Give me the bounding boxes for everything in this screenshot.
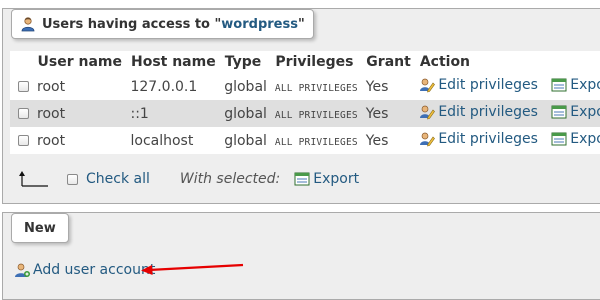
cell-user: root <box>33 100 127 127</box>
edit-privileges-icon <box>419 77 436 93</box>
bulk-actions-row: Check all With selected: Export <box>18 165 359 193</box>
cell-host: localhost <box>126 127 221 154</box>
export-icon <box>551 77 567 93</box>
new-legend: New <box>11 213 69 243</box>
export-link[interactable]: Export <box>551 131 600 147</box>
cell-type: global <box>220 100 271 127</box>
cell-user: root <box>33 73 127 100</box>
users-legend-suffix: " <box>297 16 305 32</box>
export-label: Export <box>570 76 600 93</box>
edit-privileges-icon <box>419 104 436 120</box>
users-icon <box>20 16 36 32</box>
add-user-icon <box>14 262 30 278</box>
edit-privileges-label: Edit privileges <box>438 103 538 120</box>
header-type: Type <box>220 51 272 73</box>
table-row: root 127.0.0.1 global ALL PRIVILEGES Yes… <box>10 73 600 100</box>
users-legend: Users having access to " wordpress " <box>11 9 314 39</box>
header-select <box>10 51 34 73</box>
add-user-account-label: Add user account <box>33 262 156 278</box>
table-row: root localhost global ALL PRIVILEGES Yes… <box>10 127 600 154</box>
check-all-checkbox[interactable] <box>67 173 78 185</box>
cell-grant: Yes <box>361 100 416 127</box>
header-action: Action <box>415 51 600 73</box>
row-checkbox[interactable] <box>18 81 29 92</box>
cell-grant: Yes <box>361 73 416 100</box>
header-host-name: Host name <box>126 51 221 73</box>
edit-privileges-icon <box>419 131 436 147</box>
header-grant: Grant <box>361 51 416 73</box>
export-label: Export <box>570 103 600 120</box>
users-legend-db: wordpress <box>221 16 298 32</box>
export-icon <box>551 104 567 120</box>
export-selected-label: Export <box>313 171 360 187</box>
cell-host: ::1 <box>126 100 221 127</box>
cell-type: global <box>220 73 271 100</box>
new-fieldset: New Add user account <box>2 212 600 300</box>
cell-user: root <box>33 127 127 154</box>
export-icon <box>294 171 310 187</box>
users-table: User name Host name Type Privileges Gran… <box>10 51 600 154</box>
cell-privileges: ALL PRIVILEGES <box>274 82 358 94</box>
check-all-label[interactable]: Check all <box>86 171 150 187</box>
edit-privileges-link[interactable]: Edit privileges <box>419 131 538 147</box>
export-link[interactable]: Export <box>551 77 600 93</box>
edit-privileges-label: Edit privileges <box>438 130 538 147</box>
cell-grant: Yes <box>361 127 416 154</box>
edit-privileges-link[interactable]: Edit privileges <box>419 104 538 120</box>
export-selected-button[interactable]: Export <box>294 171 359 187</box>
cell-type: global <box>220 127 271 154</box>
add-user-account-link[interactable]: Add user account <box>14 262 155 278</box>
table-row: root ::1 global ALL PRIVILEGES Yes Edit … <box>10 100 600 127</box>
annotation-arrow-icon <box>139 260 249 280</box>
header-privileges: Privileges <box>270 51 363 73</box>
export-label: Export <box>570 130 600 147</box>
check-all[interactable]: Check all <box>67 171 150 187</box>
header-user-name: User name <box>33 51 127 73</box>
cell-privileges: ALL PRIVILEGES <box>274 136 358 148</box>
row-checkbox[interactable] <box>18 108 29 119</box>
table-header-row: User name Host name Type Privileges Gran… <box>10 51 600 73</box>
edit-privileges-link[interactable]: Edit privileges <box>419 77 538 93</box>
cell-privileges: ALL PRIVILEGES <box>274 109 358 121</box>
edit-privileges-label: Edit privileges <box>438 76 538 93</box>
export-link[interactable]: Export <box>551 104 600 120</box>
with-selected-label: With selected: <box>179 171 281 187</box>
users-legend-prefix: Users having access to " <box>42 16 222 32</box>
export-icon <box>551 131 567 147</box>
row-checkbox[interactable] <box>18 135 29 146</box>
arrow-ltr-icon <box>18 169 48 189</box>
cell-host: 127.0.0.1 <box>126 73 221 100</box>
